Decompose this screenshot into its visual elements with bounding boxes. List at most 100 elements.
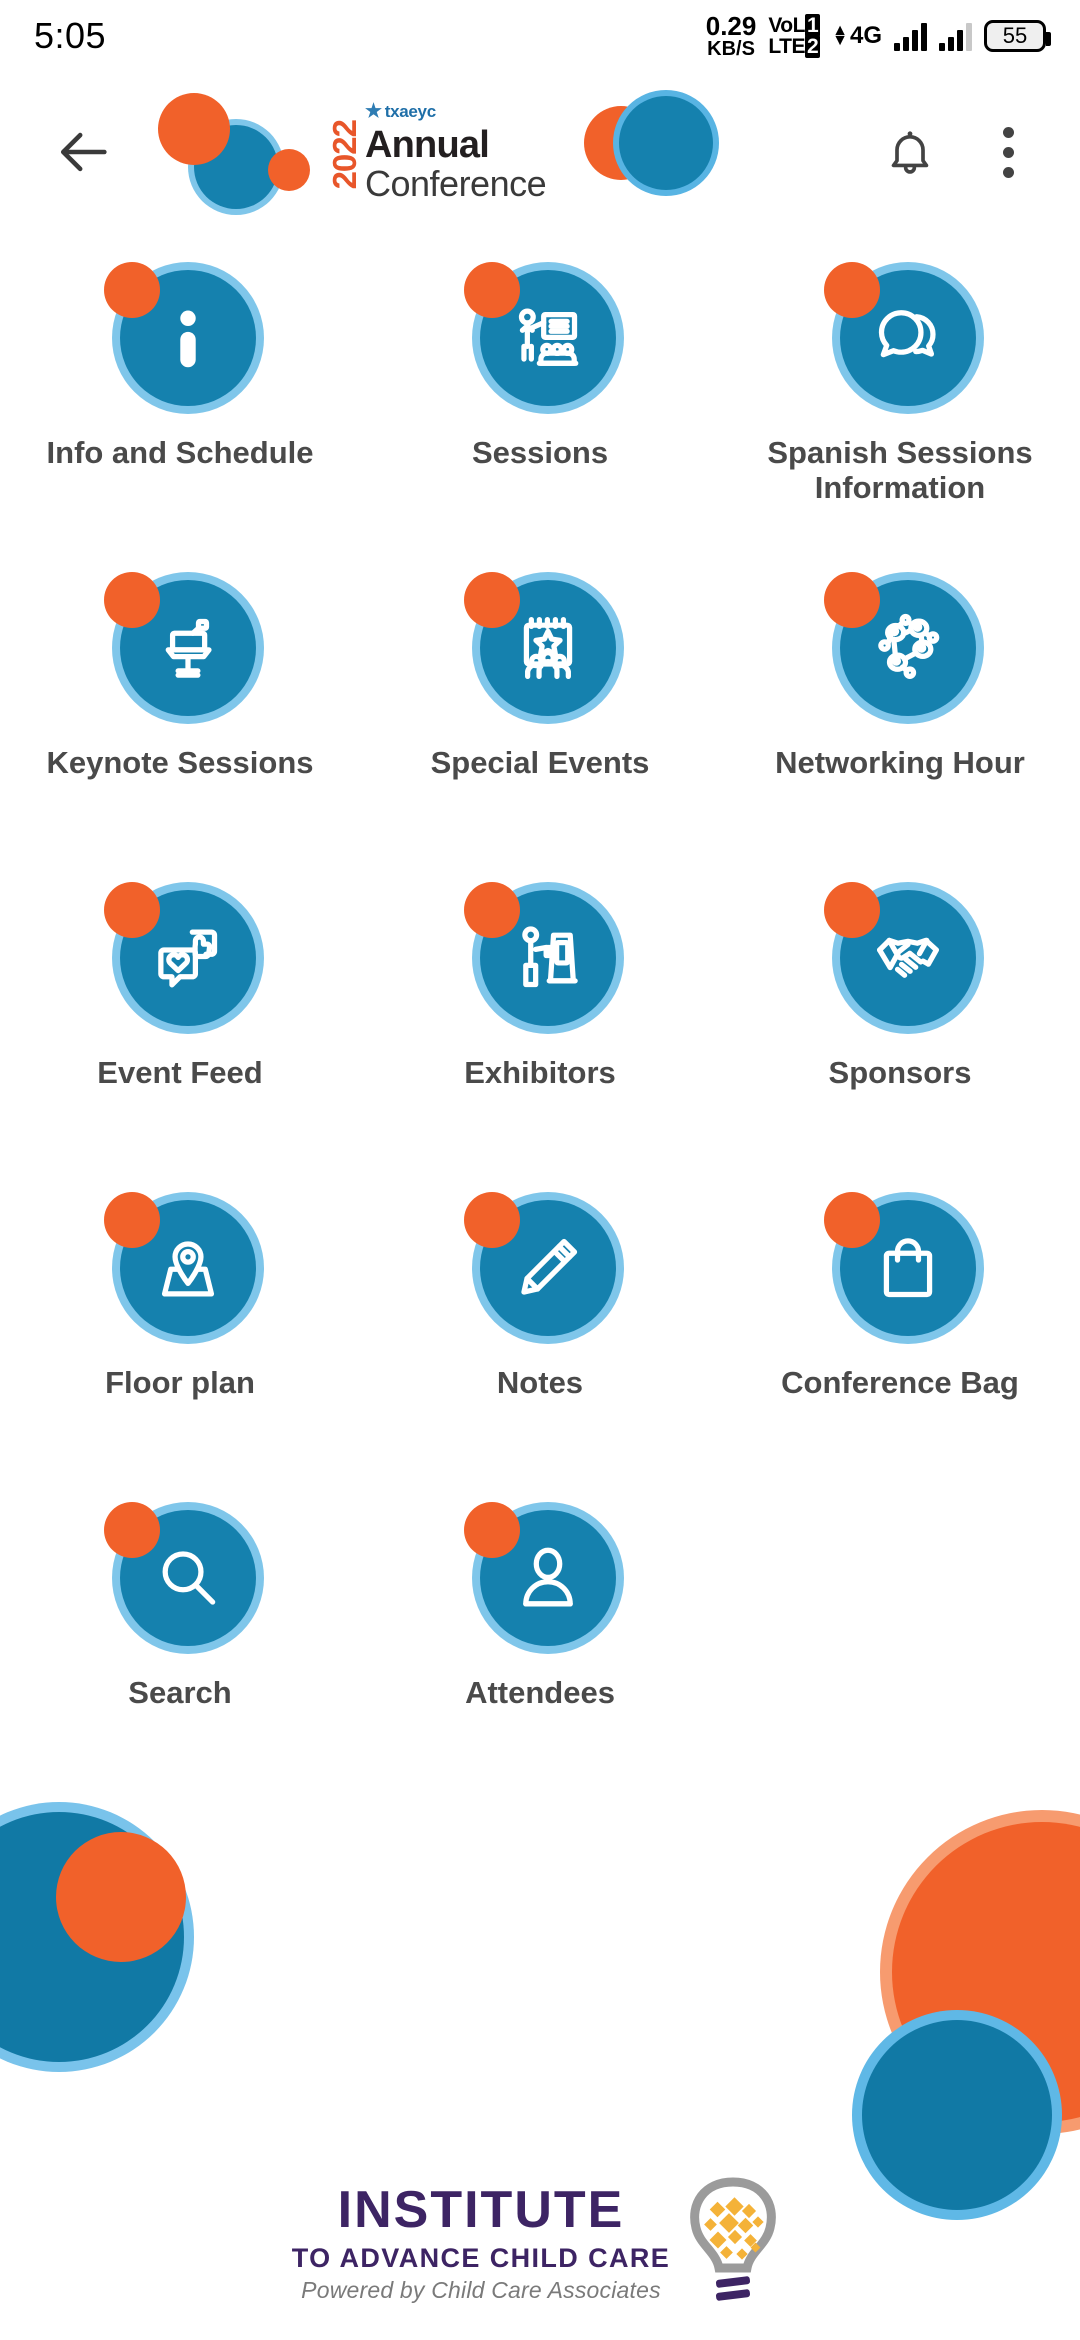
menu-tile-label: Floor plan — [105, 1365, 255, 1400]
menu-tile-label: Notes — [496, 1365, 584, 1400]
accent-dot — [824, 882, 880, 938]
network-speed-indicator: 0.29 KB/S — [706, 13, 757, 59]
kebab-menu-icon — [1002, 126, 1014, 178]
menu-tile-badge — [104, 1192, 256, 1344]
status-indicators: 0.29 KB/S VoL1 LTE2 ▲ ▼ 4G 55 — [706, 13, 1051, 59]
header-decoration-right — [584, 92, 724, 212]
bell-icon — [891, 131, 929, 174]
logo-line-conference: Conference — [365, 163, 547, 204]
accent-dot — [464, 882, 520, 938]
accent-dot — [104, 882, 160, 938]
mobile-data-icon: ▲ ▼ 4G — [832, 22, 882, 50]
network-speed-value: 0.29 — [705, 11, 757, 41]
menu-tile-notes[interactable]: Notes — [360, 1166, 720, 1476]
data-transfer-icon: ▲ ▼ — [832, 21, 848, 49]
footer: INSTITUTE TO ADVANCE CHILD CARE Powered … — [0, 2170, 1080, 2340]
menu-tile-badge — [824, 882, 976, 1034]
menu-tile-label: Keynote Sessions — [46, 745, 314, 780]
accent-dot — [464, 1192, 520, 1248]
logo-year: 2022 — [326, 120, 363, 190]
status-bar: 5:05 0.29 KB/S VoL1 LTE2 ▲ ▼ 4G 55 — [0, 0, 1080, 72]
accent-dot — [824, 572, 880, 628]
logo-org: ★ txaeyc — [365, 102, 546, 121]
decor-circle-orange — [56, 1832, 186, 1962]
menu-tile-label: Search — [128, 1675, 232, 1710]
footer-decoration-right — [862, 1822, 1080, 2210]
menu-tile-floor-plan[interactable]: Floor plan — [0, 1166, 360, 1476]
menu-tile-badge — [464, 882, 616, 1034]
menu-tile-label: Sessions — [471, 435, 609, 470]
menu-tile-label: Exhibitors — [464, 1055, 616, 1090]
back-button[interactable] — [30, 97, 140, 207]
institute-logo-line1: INSTITUTE — [337, 2181, 625, 2239]
menu-tile-badge — [104, 882, 256, 1034]
institute-logo-text: INSTITUTE TO ADVANCE CHILD CARE Powered … — [292, 2184, 670, 2302]
menu-tile-conference-bag[interactable]: Conference Bag — [720, 1166, 1080, 1476]
accent-dot — [104, 1192, 160, 1248]
menu-grid: Info and Schedule Sessions Spanish Session… — [0, 236, 1080, 1786]
menu-tile-badge — [104, 262, 256, 414]
arrow-left-icon — [60, 132, 107, 172]
menu-tile-badge — [824, 1192, 976, 1344]
texas-shape-icon: ★ — [365, 101, 382, 122]
menu-tile-label: Event Feed — [97, 1055, 263, 1090]
logo-text: ★ txaeyc Annual Conference — [365, 102, 547, 204]
menu-tile-info-and-schedule[interactable]: Info and Schedule — [0, 236, 360, 546]
menu-tile-spanish-sessions-information[interactable]: Spanish Sessions Information — [720, 236, 1080, 546]
institute-logo-tagline: Powered by Child Care Associates — [301, 2277, 661, 2303]
accent-dot — [824, 1192, 880, 1248]
institute-logo-line2: TO ADVANCE CHILD CARE — [291, 2243, 671, 2273]
volte-icon: VoL1 LTE2 — [768, 14, 821, 58]
header-actions — [864, 106, 1080, 198]
battery-indicator: 55 — [984, 20, 1051, 52]
volte-line-two: LTE2 — [768, 35, 821, 58]
decor-circle-orange-large — [158, 93, 230, 165]
accent-dot — [464, 572, 520, 628]
menu-tile-label: Sponsors — [828, 1055, 972, 1090]
menu-tile-exhibitors[interactable]: Exhibitors — [360, 856, 720, 1166]
menu-tile-networking-hour[interactable]: Networking Hour — [720, 546, 1080, 856]
accent-dot — [464, 262, 520, 318]
decor-circle-blue — [619, 96, 714, 190]
logo-line-annual: Annual — [365, 124, 490, 166]
accent-dot — [464, 1502, 520, 1558]
conference-logo: 2022 ★ txaeyc Annual Conference — [326, 102, 547, 204]
menu-tile-badge — [824, 262, 976, 414]
battery-level-label: 55 — [1002, 23, 1028, 48]
menu-tile-label: Networking Hour — [775, 745, 1025, 780]
network-speed-unit: KB/S — [707, 38, 755, 60]
menu-tile-event-feed[interactable]: Event Feed — [0, 856, 360, 1166]
menu-tile-special-events[interactable]: Special Events — [360, 546, 720, 856]
menu-tile-badge — [464, 1502, 616, 1654]
app-header: 2022 ★ txaeyc Annual Conference — [0, 72, 1080, 232]
lightbulb-icon — [678, 2174, 788, 2310]
accent-dot — [104, 1502, 160, 1558]
header-decoration-left — [146, 87, 326, 217]
notifications-button[interactable] — [864, 106, 956, 198]
menu-tile-label: Attendees — [465, 1675, 615, 1710]
menu-tile-badge — [464, 1192, 616, 1344]
menu-tile-attendees[interactable]: Attendees — [360, 1476, 720, 1786]
network-type-label: 4G — [849, 22, 882, 49]
menu-tile-badge — [824, 572, 976, 724]
menu-tile-label: Conference Bag — [781, 1365, 1019, 1400]
signal-strength-sim2-icon — [939, 21, 972, 51]
menu-tile-badge — [104, 572, 256, 724]
signal-strength-sim1-icon — [894, 21, 927, 51]
accent-dot — [104, 262, 160, 318]
menu-tile-sessions[interactable]: Sessions — [360, 236, 720, 546]
menu-tile-sponsors[interactable]: Sponsors — [720, 856, 1080, 1166]
footer-decoration-left — [0, 1812, 224, 2102]
decor-circle-orange-small — [268, 149, 310, 191]
menu-tile-label: Special Events — [430, 745, 650, 780]
accent-dot — [824, 262, 880, 318]
menu-tile-label: Spanish Sessions Information — [767, 435, 1033, 505]
menu-tile-label: Info and Schedule — [46, 435, 314, 470]
menu-tile-search[interactable]: Search — [0, 1476, 360, 1786]
menu-tile-keynote-sessions[interactable]: Keynote Sessions — [0, 546, 360, 856]
accent-dot — [104, 572, 160, 628]
institute-logo: INSTITUTE TO ADVANCE CHILD CARE Powered … — [292, 2177, 788, 2310]
overflow-menu-button[interactable] — [962, 106, 1054, 198]
volte-line-one: VoL1 — [768, 14, 821, 37]
logo-org-label: txaeyc — [384, 102, 436, 121]
